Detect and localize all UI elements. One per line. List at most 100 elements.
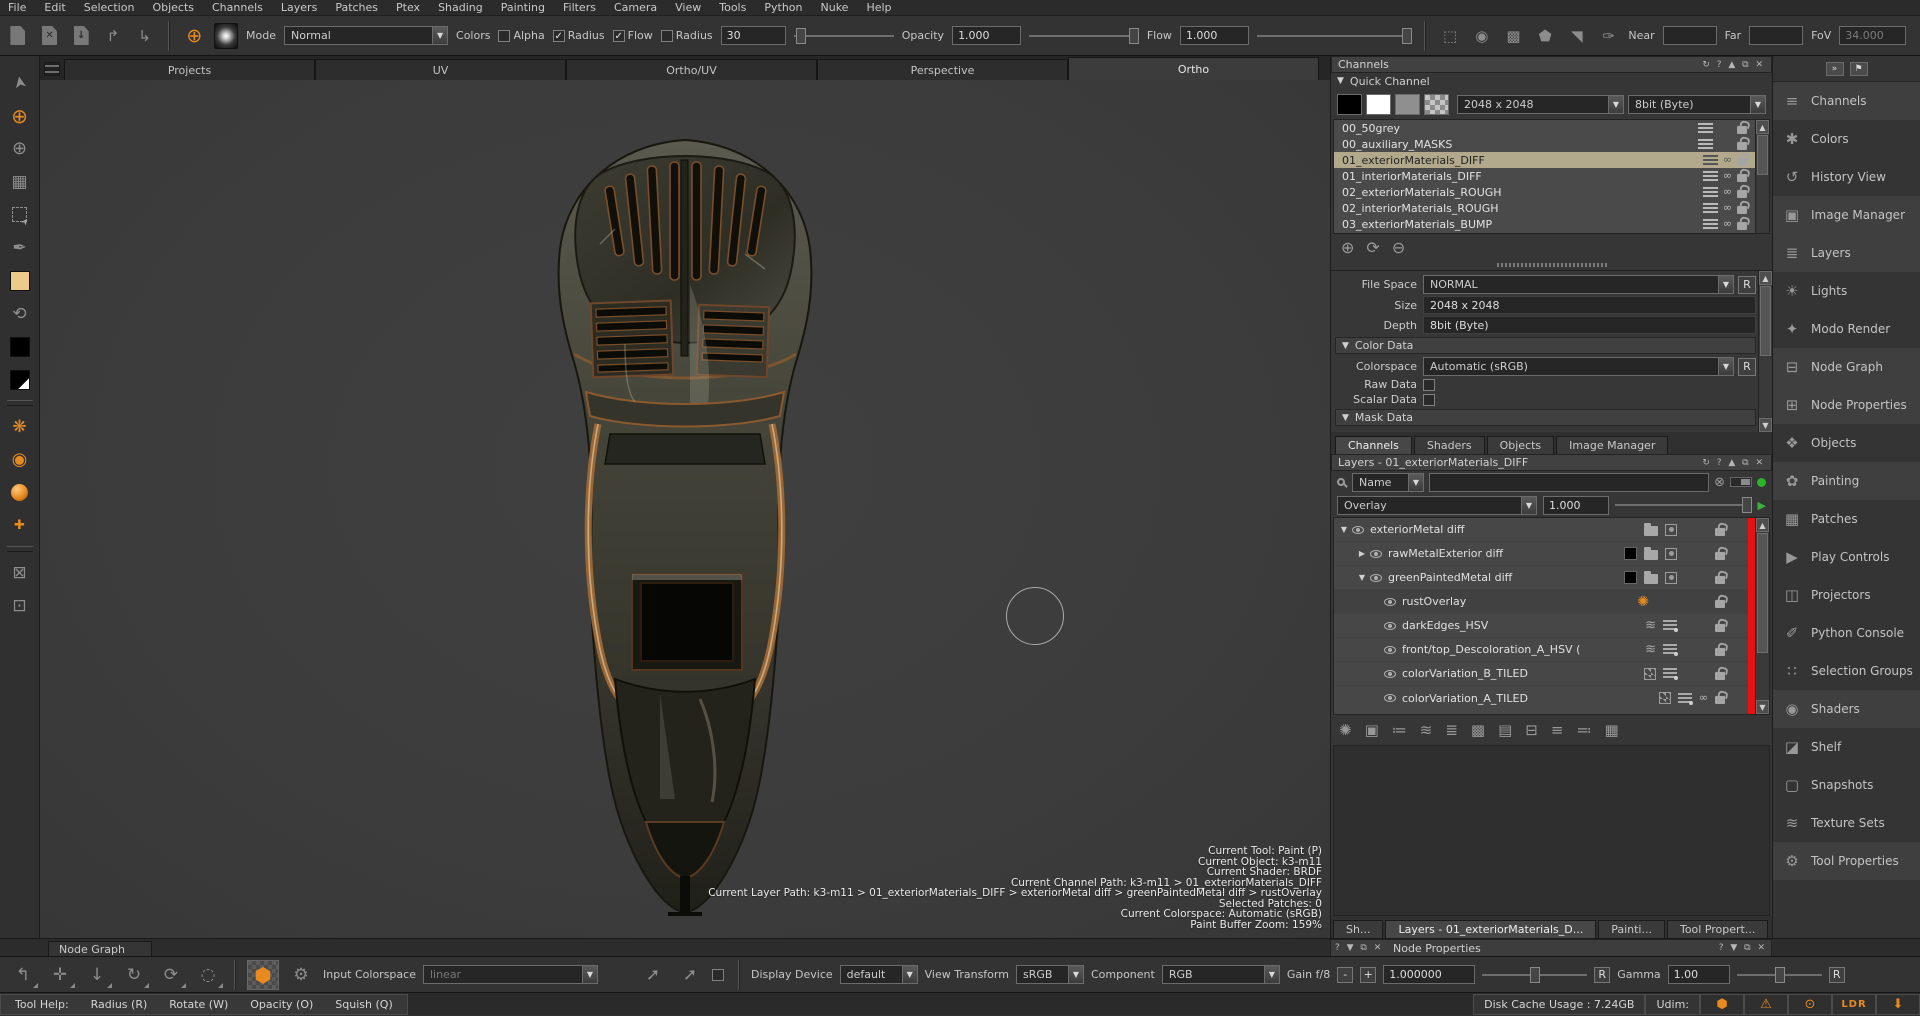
sidebar-item-node-graph[interactable]: ⊟Node Graph	[1773, 348, 1920, 386]
remove-channel-icon[interactable]: ⊖	[1392, 238, 1405, 257]
tab-channels[interactable]: Channels	[1335, 436, 1412, 454]
channel-row[interactable]: 02_exteriorMaterials_ROUGH ∞	[1334, 184, 1769, 200]
sidebar-item-lights[interactable]: ☀Lights	[1773, 272, 1920, 310]
mask-shape-icon[interactable]: ⬟	[1533, 23, 1557, 49]
flow-slider[interactable]	[1257, 35, 1412, 37]
sidebar-item-shaders[interactable]: ◉Shaders	[1773, 690, 1920, 728]
gain-minus-button[interactable]: -	[1337, 967, 1353, 983]
layer-visibility-eye[interactable]	[1370, 550, 1382, 558]
radius-checkbox[interactable]: ✓Radius	[553, 29, 605, 42]
gamma-input[interactable]: 1.00	[1668, 965, 1730, 984]
clear-buffer-icon[interactable]: ⊠	[5, 556, 35, 589]
sidebar-item-node-properties[interactable]: ⊞Node Properties	[1773, 386, 1920, 424]
paint-buffer-button[interactable]: ⬢	[247, 960, 279, 990]
select-tool-icon[interactable]: ➤	[5, 66, 35, 99]
add-brush-icon[interactable]: ⊕	[182, 23, 206, 49]
flow-input[interactable]: 1.000	[1180, 26, 1249, 45]
mode-dropdown[interactable]: Normal▼	[284, 26, 448, 45]
bake-buffer-icon[interactable]: ⊡	[5, 589, 35, 622]
sidebar-item-channels[interactable]: ≡Channels	[1773, 82, 1920, 120]
layer-stack-icon[interactable]	[1663, 620, 1677, 631]
scroll-up-icon[interactable]: ▲	[1756, 518, 1769, 532]
menu-nuke[interactable]: Nuke	[821, 1, 849, 14]
add-image-layer-icon[interactable]: ▣	[1365, 721, 1379, 739]
visibility-mask-icon[interactable]: ◉	[1470, 23, 1494, 49]
properties-scrollbar[interactable]: ▲ ▼	[1758, 271, 1772, 432]
layers-panel-header[interactable]: Layers - 01_exteriorMaterials_DIFF ↻ ? ▲…	[1331, 454, 1772, 471]
unlock-icon[interactable]	[1715, 528, 1725, 536]
menu-painting[interactable]: Painting	[501, 1, 545, 14]
file-space-dropdown[interactable]: NORMAL▼	[1423, 275, 1734, 294]
unlock-icon[interactable]	[1715, 672, 1725, 680]
sidebar-item-python-console[interactable]: ✐Python Console	[1773, 614, 1920, 652]
blend-amount-input[interactable]: 1.000	[1543, 496, 1609, 515]
menu-selection[interactable]: Selection	[84, 1, 135, 14]
scroll-up-icon[interactable]: ▲	[1759, 271, 1772, 285]
colorspace-dropdown[interactable]: Automatic (sRGB)▼	[1423, 357, 1734, 376]
link-icon[interactable]: ∞	[1723, 203, 1732, 213]
filter-dropdown[interactable]: Name▼	[1352, 473, 1424, 492]
layer-search-input[interactable]	[1429, 473, 1709, 492]
scroll-up-icon[interactable]: ▲	[1756, 120, 1769, 134]
node-graph-tab[interactable]: Node Graph	[48, 941, 152, 957]
radius-jitter-checkbox[interactable]: Radius	[661, 29, 713, 42]
sidebar-item-shelf[interactable]: ◪Shelf	[1773, 728, 1920, 766]
layer-row[interactable]: ▶ rawMetalExterior diff	[1334, 542, 1769, 566]
layer-stack-icon[interactable]	[1663, 668, 1677, 679]
link-icon[interactable]: ∞	[1723, 187, 1732, 197]
menu-view[interactable]: View	[675, 1, 701, 14]
mirror-projection-icon[interactable]: ◥	[1565, 23, 1589, 49]
layer-caret[interactable]: ▼	[1356, 573, 1368, 582]
sidebar-item-modo-render[interactable]: ✦Modo Render	[1773, 310, 1920, 348]
unlock-icon[interactable]	[1715, 576, 1725, 584]
menu-file[interactable]: File	[8, 1, 26, 14]
input-colorspace-dropdown[interactable]: linear▼	[423, 965, 598, 984]
channel-row[interactable]: 00_50grey	[1334, 120, 1769, 136]
layer-row[interactable]: colorVariation_B_TILED	[1334, 662, 1769, 686]
cache-icon[interactable]	[1703, 219, 1718, 230]
panel-header-icons[interactable]: ? ▼ ⧉ ✕	[1719, 943, 1767, 953]
tab-shaders[interactable]: Shaders	[1414, 436, 1485, 454]
gamma-slider[interactable]	[1737, 974, 1822, 976]
orbit-icon[interactable]: ⟳	[156, 962, 186, 988]
filter-toggle[interactable]	[1730, 477, 1752, 487]
gain-reset-button[interactable]: R	[1594, 967, 1610, 983]
cache-icon[interactable]	[1698, 123, 1713, 134]
sidebar-item-play-controls[interactable]: ▶Play Controls	[1773, 538, 1920, 576]
tab-ortho-uv[interactable]: Ortho/UV	[566, 59, 817, 80]
channels-panel-header[interactable]: Channels ↻ ? ▲ ⧉ ✕	[1331, 56, 1772, 73]
opacity-input[interactable]: 1.000	[952, 26, 1021, 45]
menu-help[interactable]: Help	[866, 1, 891, 14]
drop-icon[interactable]: ↓	[82, 962, 112, 988]
menu-ptex[interactable]: Ptex	[396, 1, 420, 14]
layer-caret[interactable]: ▶	[1356, 549, 1368, 558]
layer-row-current[interactable]: rustOverlay ✺	[1334, 590, 1769, 614]
flow-checkbox[interactable]: ✓Flow	[613, 29, 653, 42]
alpha-checkbox[interactable]: Alpha	[498, 29, 544, 42]
near-input[interactable]	[1663, 26, 1717, 45]
layer-visibility-eye[interactable]	[1352, 526, 1364, 534]
collapse-triangle-icon[interactable]: ▼	[1342, 413, 1349, 423]
mask-stack-icon[interactable]	[1665, 548, 1677, 560]
collapse-triangle-icon[interactable]: ▼	[1342, 341, 1349, 351]
tab-image-manager[interactable]: Image Manager	[1556, 436, 1668, 454]
import-icon[interactable]: ↓	[69, 23, 93, 49]
sidebar-item-texture-sets[interactable]: ≋Texture Sets	[1773, 804, 1920, 842]
tab-objects[interactable]: Objects	[1487, 436, 1555, 454]
mask-stack-icon[interactable]	[1665, 572, 1677, 584]
link-icon[interactable]: ∞	[1723, 219, 1732, 229]
blend-mode-dropdown[interactable]: Overlay▼	[1337, 496, 1537, 515]
tab-tool-properties-truncated[interactable]: Tool Propert...	[1667, 920, 1768, 938]
quick-channel-section[interactable]: ▼ Quick Channel	[1331, 73, 1772, 89]
symmetry-icon[interactable]: ▩	[1502, 23, 1526, 49]
unlock-icon[interactable]	[1737, 142, 1747, 150]
cache-icon[interactable]	[1703, 171, 1718, 182]
close-project-icon[interactable]: ✕	[38, 23, 62, 49]
layer-visibility-eye[interactable]	[1384, 622, 1396, 630]
eraser-tool-icon[interactable]: ⊕	[5, 132, 35, 165]
unlock-icon[interactable]	[1715, 600, 1725, 608]
menu-tools[interactable]: Tools	[719, 1, 746, 14]
unlock-icon[interactable]	[1737, 174, 1747, 182]
viewport[interactable]: Projects UV Ortho/UV Perspective Ortho	[40, 56, 1330, 938]
reset-button[interactable]: R	[1738, 358, 1756, 376]
